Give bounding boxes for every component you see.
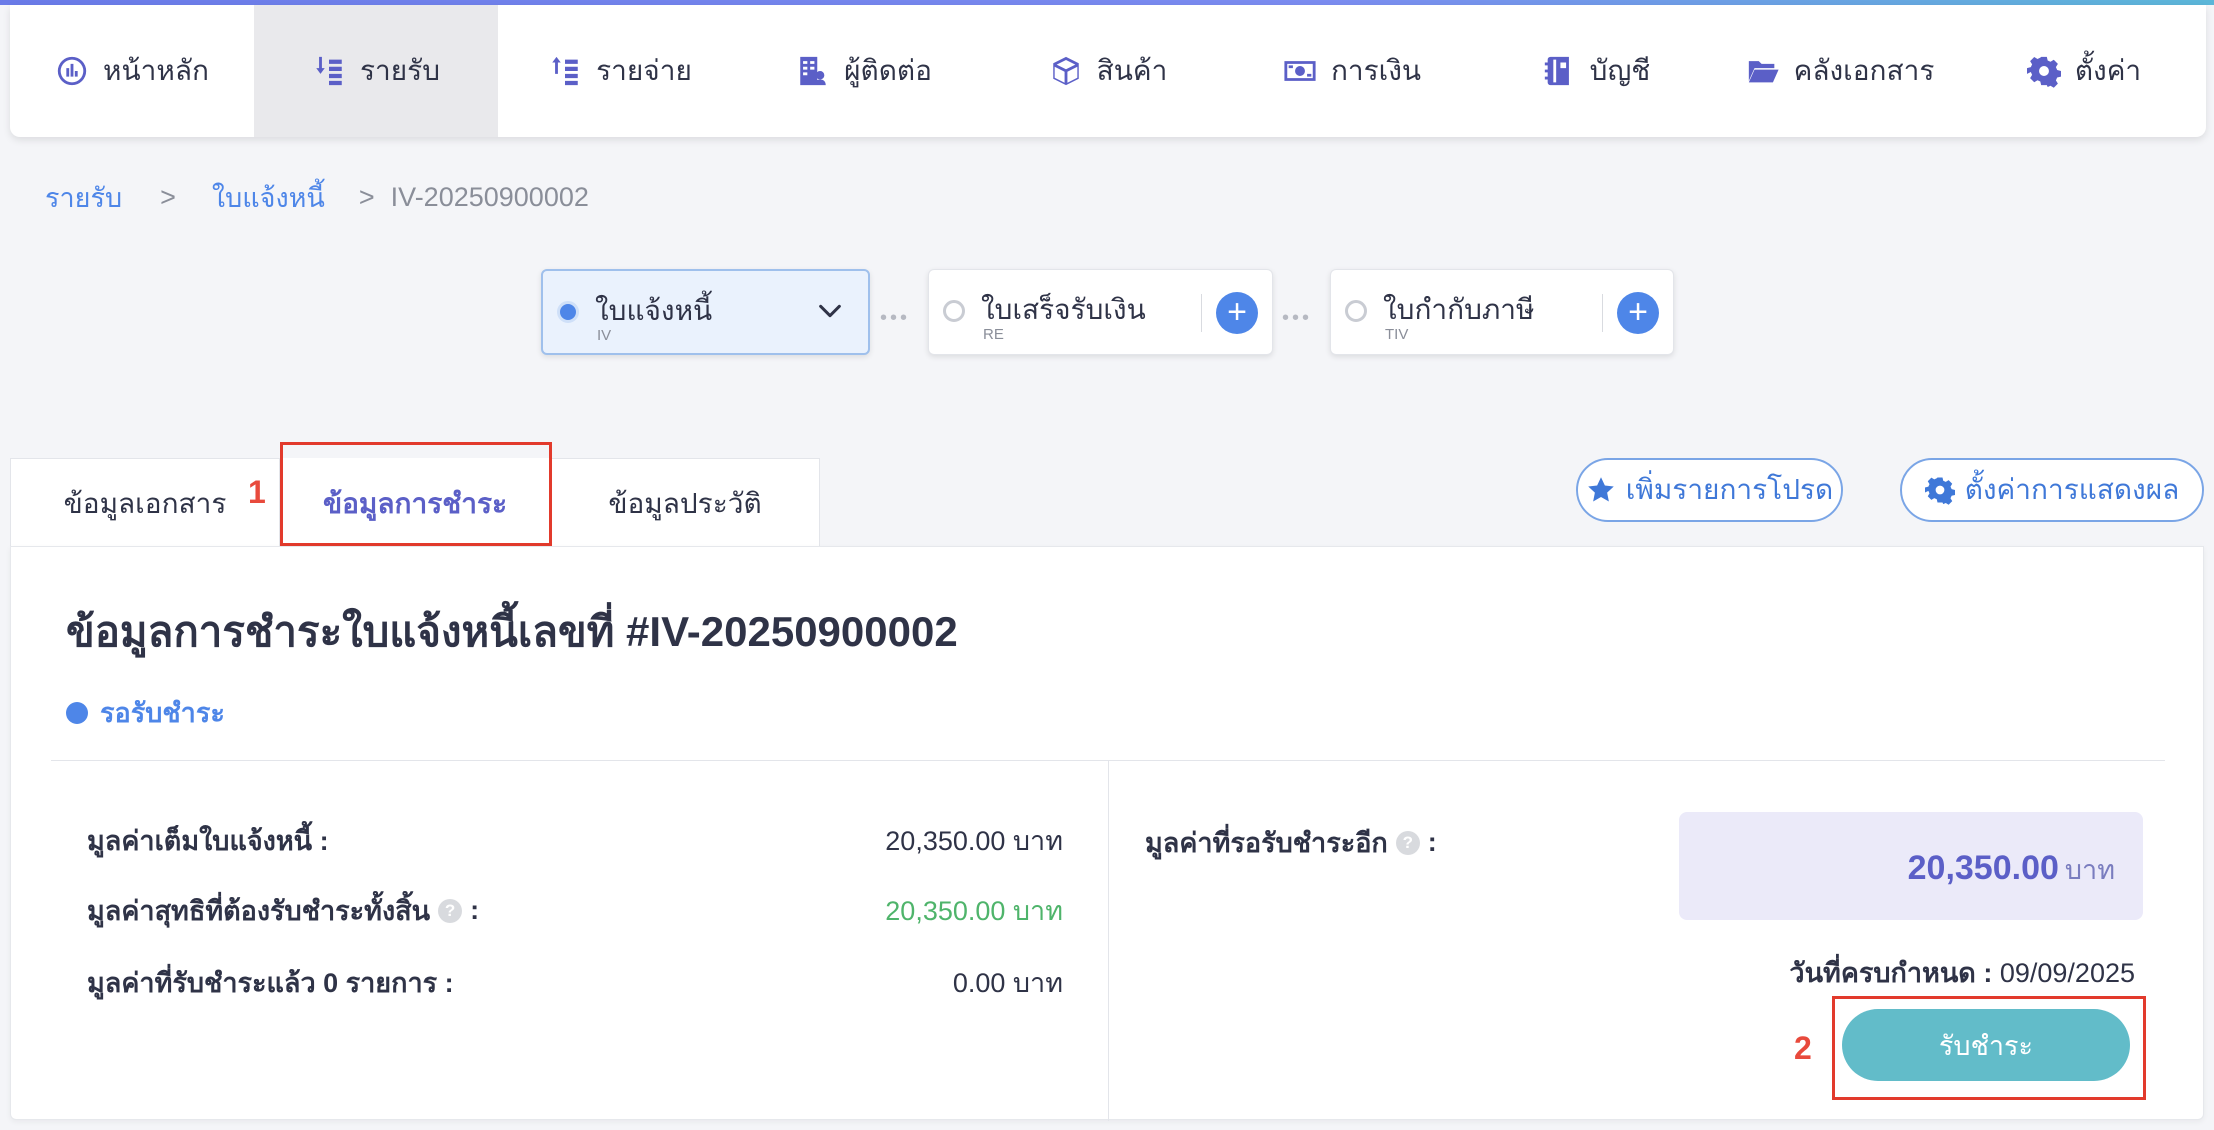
flow-radio-selected	[557, 301, 579, 323]
add-tax-invoice-button[interactable]: +	[1617, 292, 1659, 334]
nav-label: การเงิน	[1330, 55, 1422, 86]
remaining-label: มูลค่าที่รอรับชำระอีก ? :	[1145, 821, 1437, 864]
status-badge: รอรับชำระ	[66, 691, 225, 734]
breadcrumb-invoice-link[interactable]: ใบแจ้งหนี้	[212, 176, 325, 219]
step-marker-1: 1	[248, 474, 266, 510]
help-icon[interactable]: ?	[1395, 830, 1420, 855]
nav-label: ตั้งค่า	[2074, 55, 2142, 86]
breadcrumb: รายรับ > ใบแจ้งหนี้ > IV-20250900002	[45, 176, 589, 219]
nav-label: รายรับ	[360, 55, 440, 86]
remaining-label-colon: :	[1427, 827, 1437, 857]
nav-item-expense[interactable]: รายจ่าย	[498, 5, 742, 137]
due-date-label: วันที่ครบกำหนด :	[1789, 958, 1993, 988]
box-icon	[1052, 56, 1079, 86]
row-label-text: มูลค่าสุทธิที่ต้องรับชำระทั้งสิ้น	[87, 896, 431, 926]
gear-icon	[1924, 477, 1955, 505]
flow-radio	[1345, 300, 1367, 322]
nav-label: บัญชี	[1589, 55, 1651, 86]
breadcrumb-separator: >	[358, 182, 375, 212]
flow-step-title: ใบแจ้งหนี้	[595, 295, 713, 326]
row-label-text: มูลค่าเต็มใบแจ้งหนี้ :	[87, 826, 329, 856]
flow-step-tax-invoice[interactable]: ใบกำกับภาษี TIV +	[1330, 269, 1674, 355]
help-icon[interactable]: ?	[438, 898, 463, 923]
chevron-down-icon[interactable]	[816, 297, 844, 325]
flow-step-invoice[interactable]: ใบแจ้งหนี้ IV	[541, 269, 870, 355]
nav-item-finance[interactable]: การเงิน	[1230, 5, 1474, 137]
breadcrumb-income-link[interactable]: รายรับ	[45, 176, 122, 219]
nav-item-accounting[interactable]: บัญชี	[1474, 5, 1718, 137]
remaining-label-text: มูลค่าที่รอรับชำระอีก	[1145, 828, 1388, 858]
breadcrumb-separator: >	[160, 182, 176, 212]
flow-divider	[1201, 294, 1202, 332]
remaining-amount-value: 20,350.00	[1907, 849, 2059, 887]
flow-step-code: RE	[983, 326, 1004, 343]
divider-vertical	[1108, 761, 1109, 1121]
remaining-amount-unit: บาท	[2064, 855, 2115, 885]
nav-label: สินค้า	[1096, 55, 1168, 86]
highlight-box-tab	[280, 442, 552, 546]
remaining-amount: 20,350.00 บาท	[1908, 848, 2115, 891]
flow-step-code: IV	[597, 327, 612, 344]
document-flow: ใบแจ้งหนี้ IV ••• ใบเสร็จรับเงิน RE + ••…	[0, 269, 2214, 355]
flow-connector: •••	[1282, 307, 1313, 329]
flow-radio	[943, 300, 965, 322]
add-favorite-label: เพิ่มรายการโปรด	[1625, 474, 1834, 505]
nav-label: ผู้ติดต่อ	[844, 55, 932, 86]
received-value: 0.00 บาท	[952, 968, 1063, 998]
nav-item-income[interactable]: รายรับ	[254, 5, 498, 137]
nav-item-dashboard[interactable]: หน้าหลัก	[10, 5, 254, 137]
nav-item-products[interactable]: สินค้า	[986, 5, 1230, 137]
display-settings-label: ตั้งค่าการแสดงผล	[1964, 474, 2180, 505]
flow-connector: •••	[880, 307, 911, 329]
main-nav: หน้าหลัก รายรับ รายจ่าย ผู้ติดต่อ สินค้า…	[10, 5, 2206, 137]
step-marker-2: 2	[1794, 1030, 1812, 1066]
page-title: ข้อมูลการชำระใบแจ้งหนี้เลขที่ #IV-202509…	[66, 608, 958, 655]
tab-document-info[interactable]: ข้อมูลเอกสาร	[10, 458, 280, 548]
expense-icon	[552, 56, 578, 86]
nav-label: รายจ่าย	[596, 55, 692, 86]
nav-item-documents[interactable]: คลังเอกสาร	[1718, 5, 1962, 137]
nav-label: หน้าหลัก	[103, 55, 209, 86]
add-favorite-button[interactable]: เพิ่มรายการโปรด	[1576, 458, 1843, 522]
display-settings-button[interactable]: ตั้งค่าการแสดงผล	[1900, 458, 2204, 522]
due-date-value: 09/09/2025	[1999, 958, 2135, 988]
contacts-icon	[800, 56, 826, 86]
flow-step-code: TIV	[1385, 326, 1409, 343]
net-receivable-value: 20,350.00 บาท	[885, 896, 1063, 926]
nav-label: คลังเอกสาร	[1793, 55, 1935, 86]
add-receipt-button[interactable]: +	[1216, 292, 1258, 334]
status-text: รอรับชำระ	[100, 698, 225, 728]
flow-step-title: ใบเสร็จรับเงิน	[981, 294, 1146, 325]
tab-history-info[interactable]: ข้อมูลประวัติ	[550, 458, 820, 548]
breadcrumb-current: IV-20250900002	[390, 182, 589, 212]
invoice-full-value-label: มูลค่าเต็มใบแจ้งหนี้ :	[87, 819, 329, 862]
flow-step-receipt[interactable]: ใบเสร็จรับเงิน RE +	[928, 269, 1273, 355]
dashboard-icon	[57, 56, 87, 86]
folder-icon	[1748, 61, 1779, 83]
row-label-colon: :	[470, 895, 480, 925]
income-icon	[316, 56, 342, 86]
nav-item-settings[interactable]: ตั้งค่า	[1962, 5, 2206, 137]
status-dot	[66, 701, 88, 724]
due-date: วันที่ครบกำหนด : 09/09/2025	[1789, 951, 2135, 994]
row-label-text: มูลค่าที่รับชำระแล้ว 0 รายการ :	[87, 968, 454, 998]
gear-icon	[2026, 56, 2061, 88]
money-icon	[1284, 61, 1316, 81]
invoice-full-value: 20,350.00 บาท	[885, 826, 1063, 856]
ledger-icon	[1544, 56, 1569, 86]
nav-item-contacts[interactable]: ผู้ติดต่อ	[742, 5, 986, 137]
flow-divider	[1602, 294, 1603, 332]
highlight-box-pay	[1832, 996, 2146, 1100]
star-icon	[1588, 477, 1614, 502]
received-label: มูลค่าที่รับชำระแล้ว 0 รายการ :	[87, 961, 454, 1004]
remaining-amount-box: 20,350.00 บาท	[1679, 812, 2143, 920]
net-receivable-label: มูลค่าสุทธิที่ต้องรับชำระทั้งสิ้น ? :	[87, 889, 479, 932]
